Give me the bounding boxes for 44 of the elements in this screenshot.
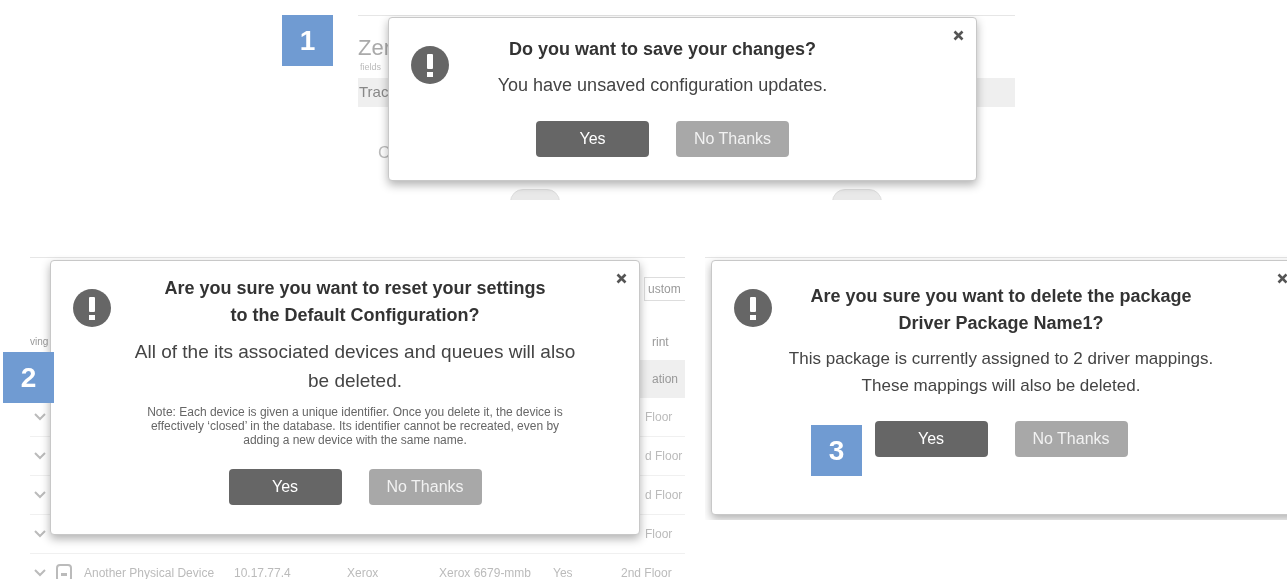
table-cell-text: 10.17.77.4 (234, 566, 292, 579)
table-cell: 2nd Floor (621, 566, 672, 579)
chevron-icon[interactable] (34, 530, 46, 538)
chevron-icon[interactable] (34, 413, 46, 421)
chevron-icon[interactable] (34, 569, 46, 577)
column-header: ation (652, 372, 679, 386)
dialog-message: All of the its associated devices and queues will also be deleted. (134, 340, 576, 393)
table-cell-text: Xerox 6679-mmb (439, 566, 533, 579)
confirm-button[interactable]: Yes (228, 469, 342, 505)
table-cell-text: Another Physical Device (84, 566, 216, 579)
confirm-button[interactable]: Yes (874, 421, 988, 457)
close-icon[interactable] (1277, 273, 1287, 284)
page-heading: Zer (358, 35, 391, 61)
table-cell-text: d Floor (645, 449, 684, 463)
column-header: rint (652, 335, 669, 349)
page-caption: fields (360, 62, 381, 72)
exclamation-icon (411, 46, 449, 84)
table-cell-text: Floor (645, 410, 674, 424)
table-cell-text: Yes (553, 566, 574, 579)
dialog-message: This package is currently assigned to 2 driver mappings. These mappings will also be deleted. (788, 348, 1214, 397)
dialog-message: You have unsaved configuration updates. (497, 74, 828, 97)
dialog-title: Are you sure you want to delete the package Driver Package Name1? (810, 285, 1192, 335)
close-icon[interactable] (616, 273, 627, 284)
table-cell-text: Xerox (347, 566, 380, 579)
table-cell-text: Floor (645, 527, 674, 541)
step-badge: 3 (811, 425, 862, 476)
confirm-button[interactable]: Yes (536, 121, 649, 157)
exclamation-icon (734, 289, 772, 327)
tab-bar[interactable]: Trac (358, 78, 389, 105)
dialog-title: Do you want to save your changes? (508, 38, 817, 61)
chevron-icon[interactable] (34, 452, 46, 460)
decline-button[interactable]: No Thanks (676, 121, 789, 157)
exclamation-icon (73, 289, 111, 327)
close-icon[interactable] (953, 30, 964, 41)
decline-button[interactable]: No Thanks (368, 469, 482, 505)
column-label: ving (30, 336, 49, 347)
dialog-note: Note: Each device is given a unique identifier. Once you delete it, the device is effectively ‘closed’ in the database. Its identifier cannot be recreated, even by adding a new device with the same name. (147, 405, 563, 447)
device-icon (56, 564, 72, 579)
step-badge: 2 (3, 352, 54, 403)
decline-button[interactable]: No Thanks (1014, 421, 1128, 457)
step-badge: 1 (282, 15, 333, 66)
chevron-icon[interactable] (34, 491, 46, 499)
dialog-title: Are you sure you want to reset your settings to the Default Configuration? (164, 277, 546, 327)
table-cell-text: d Floor (645, 488, 684, 502)
